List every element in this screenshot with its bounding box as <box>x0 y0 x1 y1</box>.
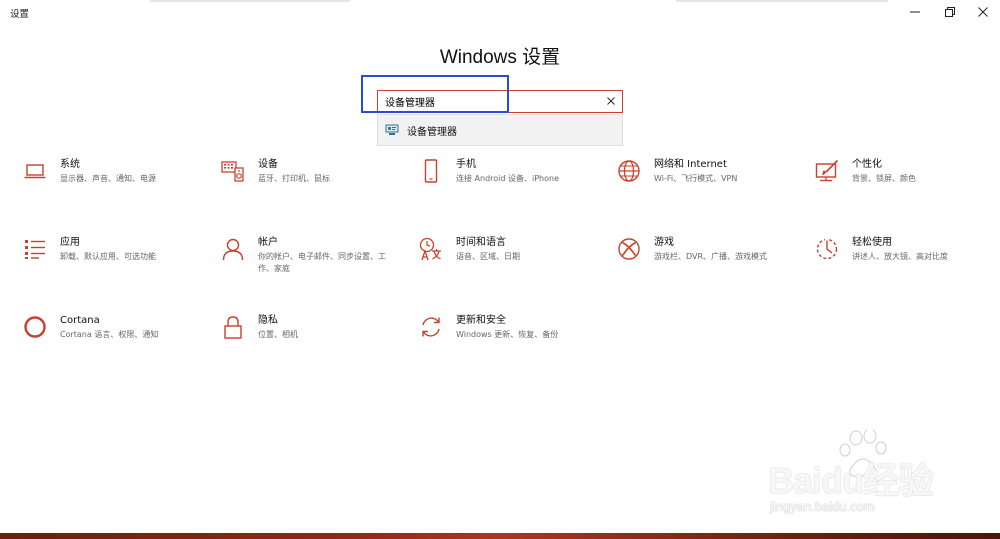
minimize-icon <box>910 11 920 13</box>
tile-cortana[interactable]: Cortana Cortana 语言、权限、通知 <box>22 314 202 360</box>
tile-description: Windows 更新、恢复、备份 <box>456 330 559 339</box>
title-bar: 设置 <box>0 0 1000 24</box>
restore-button[interactable] <box>933 0 967 24</box>
search-clear-button[interactable] <box>605 95 617 107</box>
paint-monitor-icon <box>814 158 840 184</box>
tile-system[interactable]: 系统 显示器、声音、通知、电源 <box>22 158 202 204</box>
tile-description: 位置、相机 <box>258 330 298 339</box>
tile-update-security[interactable]: 更新和安全 Windows 更新、恢复、备份 <box>418 314 598 360</box>
tile-name: 隐私 <box>258 315 278 326</box>
watermark-text: Baidu经验 <box>768 460 934 501</box>
tile-description: 卸载、默认应用、可选功能 <box>60 252 156 261</box>
tile-accounts[interactable]: 帐户 你的帐户、电子邮件、同步设置、工作、家庭 <box>220 236 400 282</box>
tile-name: 个性化 <box>852 159 882 170</box>
tile-name: 游戏 <box>654 237 674 248</box>
watermark-url: jingyan.baidu.com <box>770 499 875 514</box>
search-suggestion-item[interactable]: 设备管理器 <box>377 114 623 146</box>
tile-name: 手机 <box>456 159 476 170</box>
tile-name: 时间和语言 <box>456 237 506 248</box>
tile-time-language[interactable]: 时间和语言 语音、区域、日期 <box>418 236 598 282</box>
tile-phone[interactable]: 手机 连接 Android 设备、iPhone <box>418 158 598 204</box>
close-icon <box>978 7 988 17</box>
tile-gaming[interactable]: 游戏 游戏栏、DVR、广播、游戏模式 <box>616 236 796 282</box>
close-icon <box>607 97 615 105</box>
tile-personalization[interactable]: 个性化 背景、锁屏、颜色 <box>814 158 994 204</box>
tile-name: 网络和 Internet <box>654 159 727 170</box>
keyboard-speaker-icon <box>220 158 246 184</box>
window-shadow-right <box>676 0 888 2</box>
cortana-icon <box>22 314 48 340</box>
tile-description: Wi-Fi、飞行模式、VPN <box>654 174 738 183</box>
tile-name: 轻松使用 <box>852 237 892 248</box>
globe-icon <box>616 158 642 184</box>
time-language-icon <box>418 236 444 262</box>
tile-name: 系统 <box>60 159 80 170</box>
ease-of-access-icon <box>814 236 840 262</box>
device-manager-icon <box>385 124 399 135</box>
app-list-icon <box>22 236 48 262</box>
tile-description: 蓝牙、打印机、鼠标 <box>258 174 330 183</box>
tile-description: 显示器、声音、通知、电源 <box>60 174 156 183</box>
tile-description: 讲述人、放大镜、高对比度 <box>852 252 948 261</box>
tile-privacy[interactable]: 隐私 位置、相机 <box>220 314 400 360</box>
restore-icon <box>945 7 955 17</box>
tile-name: 更新和安全 <box>456 315 506 326</box>
tile-name: 应用 <box>60 237 80 248</box>
search-input[interactable] <box>385 93 595 110</box>
sync-icon <box>418 314 444 340</box>
tile-description: 游戏栏、DVR、广播、游戏模式 <box>654 252 768 261</box>
tile-name: 帐户 <box>258 237 278 248</box>
tile-network-internet[interactable]: 网络和 Internet Wi-Fi、飞行模式、VPN <box>616 158 796 204</box>
tile-ease-of-access[interactable]: 轻松使用 讲述人、放大镜、高对比度 <box>814 236 994 282</box>
tile-description: 语音、区域、日期 <box>456 252 520 261</box>
minimize-button[interactable] <box>898 0 932 24</box>
taskbar <box>0 533 1000 539</box>
app-title: 设置 <box>10 9 30 20</box>
search-box[interactable] <box>377 90 623 113</box>
tile-name: 设备 <box>258 159 278 170</box>
tile-description: 背景、锁屏、颜色 <box>852 174 916 183</box>
lock-icon <box>220 314 246 340</box>
search-suggestion-label: 设备管理器 <box>407 126 457 138</box>
tile-apps[interactable]: 应用 卸载、默认应用、可选功能 <box>22 236 202 282</box>
person-icon <box>220 236 246 262</box>
tile-name: Cortana <box>60 315 100 326</box>
page-title: Windows 设置 <box>439 47 561 68</box>
laptop-icon <box>22 158 48 184</box>
close-button[interactable] <box>966 0 1000 24</box>
phone-icon <box>418 158 444 184</box>
tile-description: Cortana 语言、权限、通知 <box>60 330 159 339</box>
tile-devices[interactable]: 设备 蓝牙、打印机、鼠标 <box>220 158 400 204</box>
xbox-icon <box>616 236 642 262</box>
tile-description: 连接 Android 设备、iPhone <box>456 174 560 183</box>
window-shadow-left <box>150 0 350 2</box>
tile-description: 你的帐户、电子邮件、同步设置、工作、家庭 <box>258 252 386 273</box>
